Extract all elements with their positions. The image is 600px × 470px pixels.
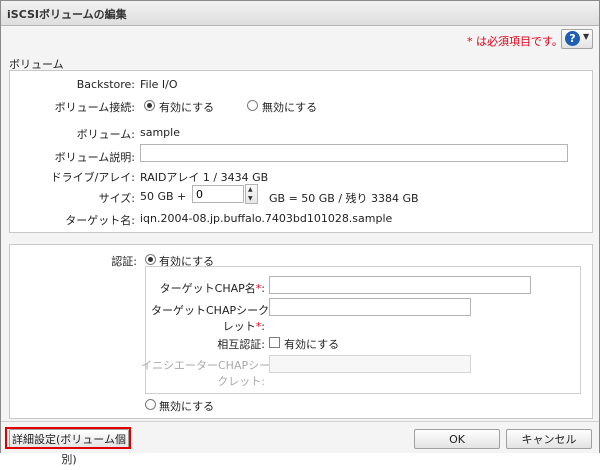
volume-name-value: sample (140, 126, 180, 139)
help-button[interactable]: ? ▼ (561, 29, 593, 49)
title-bar: iSCSIボリュームの編集 (1, 1, 599, 26)
chap-name-input[interactable] (269, 276, 531, 294)
connection-enable-label: 有効にする (159, 101, 215, 114)
size-label: サイズ: (98, 192, 135, 205)
volume-description-label: ボリューム説明: (54, 151, 135, 164)
spin-down-icon: ▼ (248, 195, 253, 202)
chap-secret-label-line1: ターゲットCHAPシーク (151, 304, 270, 317)
ok-button[interactable]: OK (414, 429, 500, 449)
help-icon: ? (565, 31, 580, 46)
chevron-down-icon: ▼ (583, 32, 590, 41)
iscsi-volume-edit-dialog: iSCSIボリュームの編集 * は必須項目です。 ? ▼ ボリューム Backs… (0, 0, 600, 466)
required-note: * は必須項目です。 (467, 35, 563, 48)
chap-name-label: ターゲットCHAP名*: (159, 282, 265, 295)
target-name-label: ターゲット名: (65, 214, 135, 227)
backstore-label: Backstore: (76, 78, 135, 91)
chap-secret-input[interactable] (269, 298, 471, 316)
size-prefix: 50 GB + (140, 190, 187, 203)
initiator-secret-label-line1: イニシエーターCHAPシー (141, 359, 271, 372)
window-title: iSCSIボリュームの編集 (7, 8, 127, 21)
connection-enable-radio[interactable] (144, 100, 155, 111)
cancel-button[interactable]: キャンセル (506, 429, 592, 449)
backstore-value: File I/O (140, 78, 178, 91)
size-spin-input[interactable] (192, 185, 244, 203)
drive-array-value: RAIDアレイ 1 / 3434 GB (140, 171, 269, 184)
size-spin-arrows[interactable]: ▲ ▼ (245, 184, 258, 204)
initiator-secret-input[interactable] (269, 355, 471, 373)
auth-disable-radio[interactable] (145, 399, 156, 410)
size-result: GB = 50 GB / 残り 3384 GB (269, 192, 419, 205)
connection-disable-label: 無効にする (262, 101, 318, 114)
volume-description-input[interactable] (140, 144, 568, 162)
chap-secret-label-line2: レット*: (222, 320, 265, 333)
mutual-auth-checkbox-label: 有効にする (284, 338, 340, 351)
spin-up-icon: ▲ (248, 186, 253, 193)
auth-disable-label: 無効にする (159, 400, 215, 413)
auth-label: 認証: (111, 255, 137, 268)
highlight-annotation (5, 427, 131, 449)
volume-name-label: ボリューム: (76, 128, 135, 141)
auth-enable-radio[interactable] (145, 254, 156, 265)
mutual-auth-label: 相互認証: (217, 338, 265, 351)
drive-array-label: ドライブ/アレイ: (50, 171, 135, 184)
volume-connection-label: ボリューム接続: (54, 101, 135, 114)
initiator-secret-label-line2: クレット: (217, 375, 265, 388)
mutual-auth-checkbox[interactable] (269, 337, 280, 348)
target-name-value: iqn.2004-08.jp.buffalo.7403bd101028.samp… (140, 212, 393, 225)
connection-disable-radio[interactable] (247, 100, 258, 111)
